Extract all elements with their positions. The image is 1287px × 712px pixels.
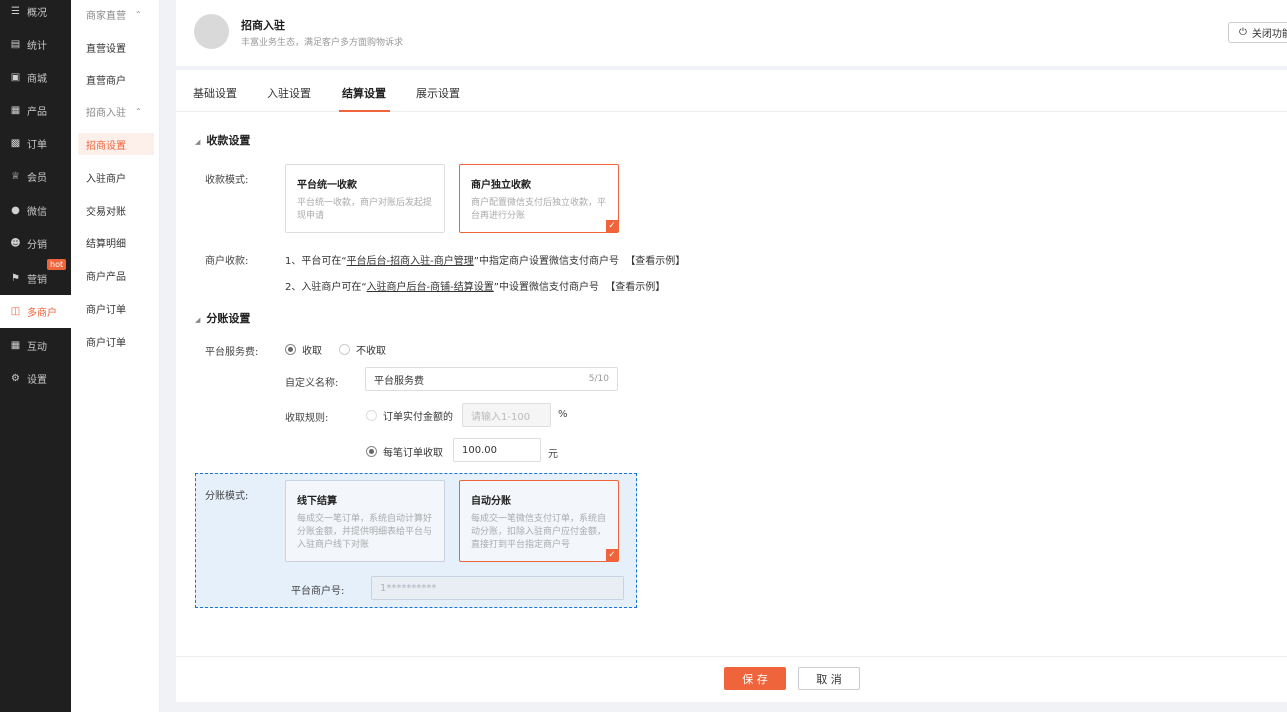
flag-icon: ⚑ (11, 273, 20, 284)
collapse-triangle-icon: ◢ (195, 138, 201, 146)
sidebar-item-settings[interactable]: ⚙ 设置 (0, 362, 71, 395)
submenu-item-direct-merchants[interactable]: 直营商户 (78, 68, 154, 90)
page-header: 招商入驻 丰富业务生态，满足客户多方面购物诉求 ⏻ 关闭功能 (176, 0, 1287, 66)
submenu-item-merchant-products[interactable]: 商户产品 (78, 264, 154, 286)
sidebar-item-stats[interactable]: ▤ 统计 (0, 28, 71, 61)
service-fee-label: 平台服务费: (205, 347, 259, 358)
hot-badge: hot (47, 259, 67, 270)
main-panel: 基础设置 入驻设置 结算设置 展示设置 ◢ 收款设置 收款模式: 平台统一收款 平… (176, 70, 1287, 702)
footer-divider (176, 656, 1287, 657)
percent-input[interactable]: 请输入1-100 (462, 403, 551, 427)
chat-icon: ● (11, 205, 20, 216)
split-mode-label: 分账模式: (205, 491, 249, 502)
merchant-collect-label: 商户收款: (205, 256, 249, 267)
users-icon: ☻ (10, 238, 21, 249)
collection-section-title: ◢ 收款设置 (195, 134, 251, 147)
page-subtitle: 丰富业务生态，满足客户多方面购物诉求 (241, 38, 404, 48)
submenu-item-reconcile[interactable]: 交易对账 (78, 199, 154, 221)
submenu-item-merchant-orders[interactable]: 商户订单 (78, 297, 154, 319)
active-tab-indicator (339, 110, 390, 112)
tab-settlement[interactable]: 结算设置 (342, 85, 386, 101)
char-counter: 5/10 (588, 374, 609, 384)
store-icon: ▣ (10, 72, 21, 83)
clipboard-icon: ▩ (10, 138, 21, 149)
sidebar-item-distribution[interactable]: ☻ 分销 (0, 227, 71, 260)
percent-unit: % (558, 409, 568, 420)
sidebar-item-interaction[interactable]: ▦ 互动 (0, 329, 71, 362)
collapse-triangle-icon: ◢ (195, 316, 201, 324)
rule-per-order-radio[interactable]: 每笔订单收取 (366, 444, 443, 459)
collection-mode-label: 收款模式: (205, 175, 249, 186)
close-feature-button[interactable]: ⏻ 关闭功能 (1228, 22, 1287, 43)
collect-instruction-2: 2、入驻商户可在“入驻商户后台-商铺-结算设置”中设置微信支付商户号 【查看示例… (285, 282, 666, 293)
layers-icon: ☰ (11, 6, 20, 17)
option-offline-settle[interactable]: 线下结算 每成交一笔订单，系统自动计算好分账金额，并提供明细表给平台与入驻商户线… (285, 480, 445, 562)
check-icon: ✓ (606, 220, 618, 232)
split-section-title: ◢ 分账设置 (195, 312, 251, 325)
tab-onboarding[interactable]: 入驻设置 (267, 85, 311, 101)
save-button[interactable]: 保 存 (724, 667, 786, 690)
option-auto-split[interactable]: 自动分账 每成交一笔微信支付订单，系统自动分账，扣除入驻商户应付金额，直接打到平… (459, 480, 619, 562)
fee-collect-radio[interactable]: 收取 (285, 342, 322, 357)
sidebar-item-multi-merchant[interactable]: ◫ 多商户 (0, 295, 71, 328)
option-platform-collect[interactable]: 平台统一收款 平台统一收款，商户对账后发起提现申请 (285, 164, 445, 233)
sub-menu: 商家直营 ⌃ 直营设置 直营商户 招商入驻 ⌃ 招商设置 入驻商户 交易对账 结算明… (71, 0, 160, 712)
submenu-item-merchants[interactable]: 入驻商户 (78, 166, 154, 188)
fee-no-collect-radio[interactable]: 不收取 (339, 342, 386, 357)
option-merchant-collect[interactable]: 商户独立收款 商户配置微信支付后独立收款，平台再进行分账 ✓ (459, 164, 619, 233)
tab-bar: 基础设置 入驻设置 结算设置 展示设置 (176, 70, 1287, 112)
grid-icon: ▦ (10, 105, 21, 116)
crown-icon: ♕ (11, 171, 20, 182)
cancel-button[interactable]: 取 消 (798, 667, 860, 690)
merchant-admin-link[interactable]: 入驻商户后台-商铺-结算设置 (367, 282, 494, 293)
sidebar-item-members[interactable]: ♕ 会员 (0, 160, 71, 193)
sidebar-item-mall[interactable]: ▣ 商城 (0, 61, 71, 94)
submenu-item-settlement[interactable]: 结算明细 (78, 231, 154, 253)
view-example-link-2[interactable]: 【查看示例】 (605, 282, 665, 293)
collect-instruction-1: 1、平台可在“平台后台-招商入驻-商户管理”中指定商户设置微信支付商户号 【查看… (285, 256, 686, 267)
submenu-item-merchant-orders-2[interactable]: 商户订单 (78, 330, 154, 352)
check-icon: ✓ (606, 549, 618, 561)
chart-icon: ▤ (10, 39, 21, 50)
tab-basic[interactable]: 基础设置 (193, 85, 237, 101)
merchant-no-label: 平台商户号: (291, 586, 345, 597)
sidebar-item-overview[interactable]: ☰ 概况 (0, 0, 71, 28)
custom-name-input[interactable]: 平台服务费 5/10 (365, 367, 618, 391)
submenu-item-recruit-settings[interactable]: 招商设置 (78, 133, 154, 155)
sidebar-item-wechat[interactable]: ● 微信 (0, 194, 71, 227)
view-example-link-1[interactable]: 【查看示例】 (625, 256, 685, 267)
merchant-no-input[interactable]: 1********** (371, 576, 624, 600)
main-sidebar: ☰ 概况 ▤ 统计 ▣ 商城 ▦ 产品 ▩ 订单 ♕ 会员 ● 微信 ☻ 分销 ⚑ 营销 ◫ 多商户… (0, 0, 71, 712)
sidebar-item-products[interactable]: ▦ 产品 (0, 94, 71, 127)
collect-rule-label: 收取规则: (285, 413, 329, 424)
submenu-item-direct-settings[interactable]: 直营设置 (78, 36, 154, 58)
gear-icon: ⚙ (11, 373, 20, 384)
per-order-amount-input[interactable]: 100.00 (453, 438, 541, 462)
page-title: 招商入驻 (241, 19, 285, 32)
submenu-group-direct[interactable]: 商家直营 ⌃ (78, 3, 154, 25)
chevron-up-icon: ⌃ (135, 9, 142, 19)
yuan-unit: 元 (548, 449, 558, 460)
apps-icon: ▦ (10, 340, 21, 351)
platform-admin-link[interactable]: 平台后台-招商入驻-商户管理 (347, 256, 474, 267)
power-icon: ⏻ (1239, 27, 1247, 38)
custom-name-label: 自定义名称: (285, 378, 339, 389)
submenu-group-recruit[interactable]: 招商入驻 ⌃ (78, 100, 154, 122)
tab-display[interactable]: 展示设置 (416, 85, 460, 101)
sidebar-item-orders[interactable]: ▩ 订单 (0, 127, 71, 160)
merchant-icon: ◫ (10, 306, 21, 317)
avatar (194, 14, 229, 49)
rule-percent-radio[interactable]: 订单实付金额的 (366, 408, 453, 423)
chevron-up-icon: ⌃ (135, 106, 142, 116)
